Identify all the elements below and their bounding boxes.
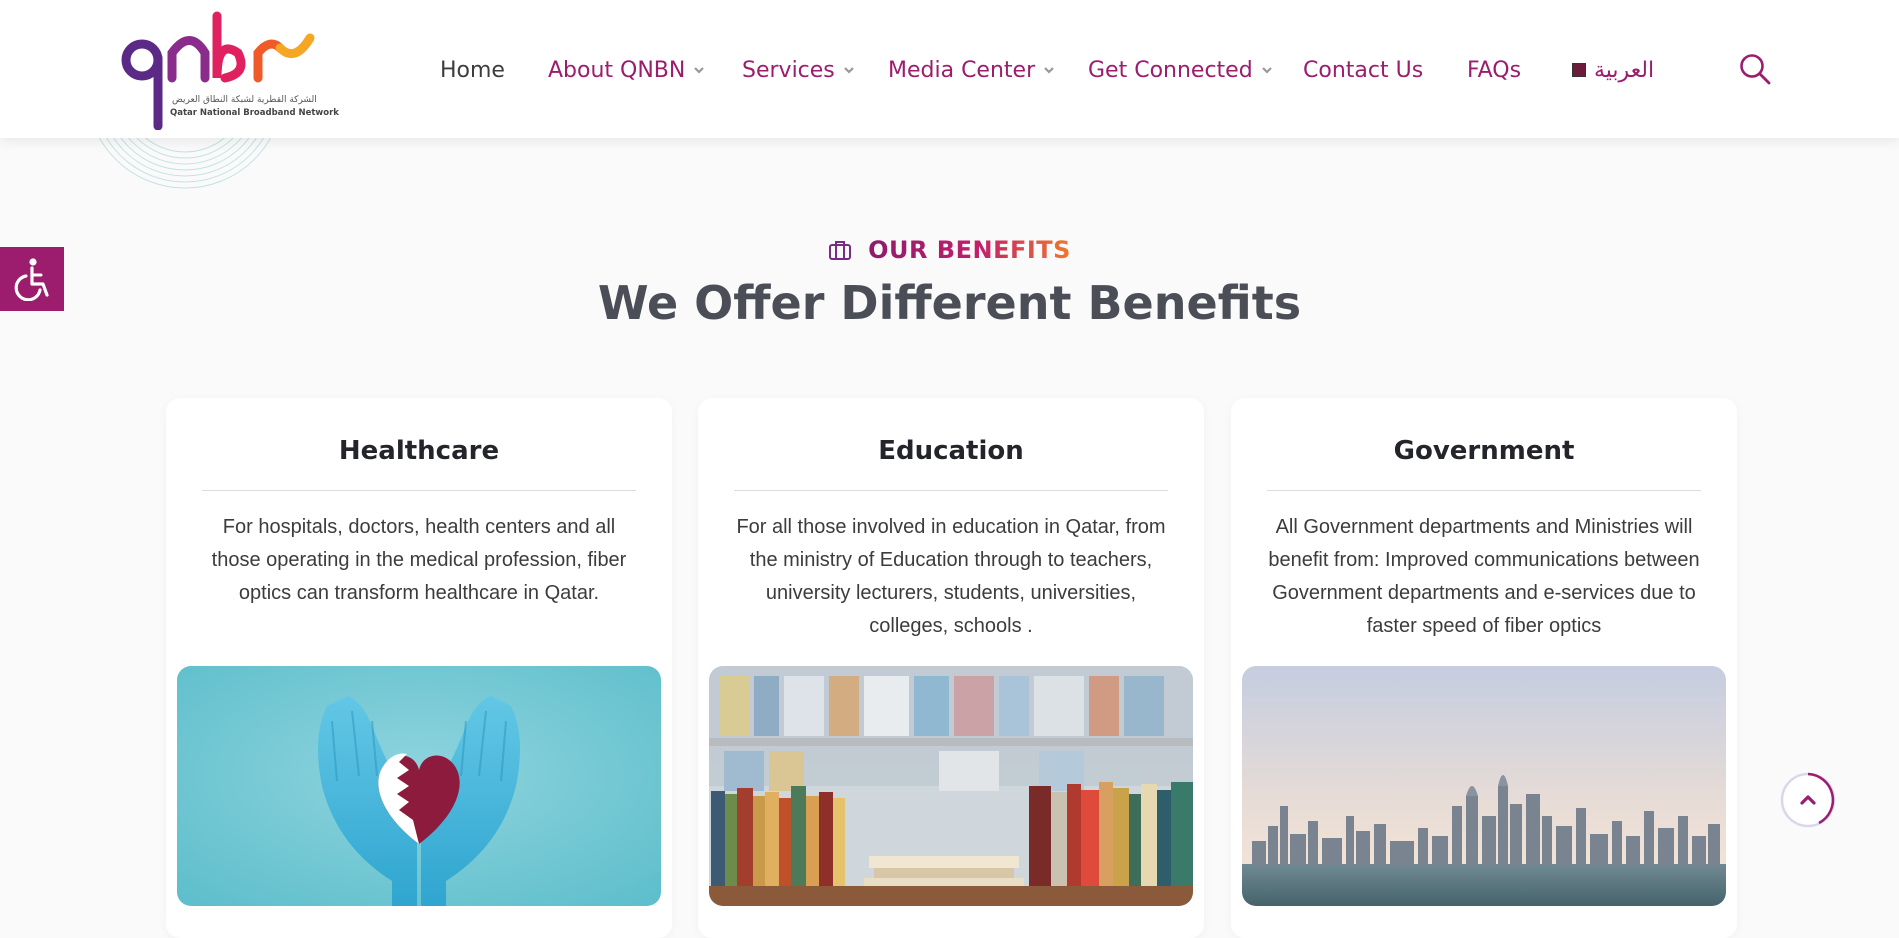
benefit-card-government: Government All Government departments an… — [1231, 398, 1737, 938]
card-divider — [734, 490, 1168, 491]
briefcase-icon — [829, 241, 852, 260]
benefit-card-education: Education For all those involved in educ… — [698, 398, 1204, 938]
nav-about-label: About QNBN — [548, 57, 686, 83]
card-description: For all those involved in education in Q… — [736, 516, 1166, 637]
accessibility-button[interactable] — [0, 247, 64, 311]
logo-arabic-name: الشركة القطرية لشبكة النطاق العريض — [172, 95, 317, 105]
card-image-education — [709, 666, 1193, 906]
card-divider — [202, 490, 636, 491]
card-title: Healthcare — [338, 436, 500, 466]
nav-contact-us-label: Contact Us — [1303, 57, 1424, 83]
section-eyebrow: OUR BENEFITS — [0, 236, 1899, 264]
nav-get-connected[interactable]: Get Connected — [1088, 55, 1273, 85]
nav-language-label: العربية — [1594, 57, 1655, 83]
card-title: Government — [1393, 436, 1575, 466]
nav-home[interactable]: Home — [440, 55, 505, 85]
section-eyebrow-label: OUR BENEFITS — [868, 236, 1071, 264]
chevron-down-icon — [694, 67, 705, 74]
search-button[interactable] — [1738, 52, 1772, 86]
nav-get-connected-label: Get Connected — [1088, 57, 1253, 83]
nav-faqs[interactable]: FAQs — [1467, 55, 1521, 85]
site-header: الشركة القطرية لشبكة النطاق العريض Qatar… — [0, 0, 1899, 138]
qnbn-logo[interactable]: الشركة القطرية لشبكة النطاق العريض Qatar… — [120, 8, 339, 131]
scroll-to-top-button[interactable] — [1779, 771, 1837, 829]
nav-home-label: Home — [440, 57, 505, 83]
qatar-flag-icon — [1572, 63, 1586, 77]
chevron-down-icon — [1261, 67, 1272, 74]
nav-contact-us[interactable]: Contact Us — [1303, 55, 1423, 85]
nav-services-label: Services — [742, 57, 835, 83]
card-description: For hospitals, doctors, health centers a… — [211, 516, 627, 604]
card-image-healthcare — [177, 666, 661, 906]
chevron-up-icon — [1780, 772, 1836, 828]
card-image-government — [1242, 666, 1726, 906]
nav-media-center[interactable]: Media Center — [888, 55, 1055, 85]
nav-media-center-label: Media Center — [888, 57, 1036, 83]
nav-language-arabic[interactable]: العربية — [1572, 55, 1654, 85]
card-title: Education — [878, 436, 1024, 466]
nav-about[interactable]: About QNBN — [548, 55, 705, 85]
card-divider — [1267, 490, 1701, 491]
card-description: All Government departments and Ministrie… — [1268, 516, 1700, 637]
wheelchair-icon — [14, 258, 49, 301]
chevron-down-icon — [1044, 67, 1054, 74]
search-icon — [1740, 54, 1771, 85]
logo-english-name: Qatar National Broadband Network — [170, 108, 339, 118]
benefit-card-healthcare: Healthcare For hospitals, doctors, healt… — [166, 398, 672, 938]
nav-services[interactable]: Services — [742, 55, 855, 85]
nav-faqs-label: FAQs — [1467, 57, 1522, 83]
chevron-down-icon — [844, 67, 854, 74]
section-title: We Offer Different Benefits — [597, 276, 1302, 330]
